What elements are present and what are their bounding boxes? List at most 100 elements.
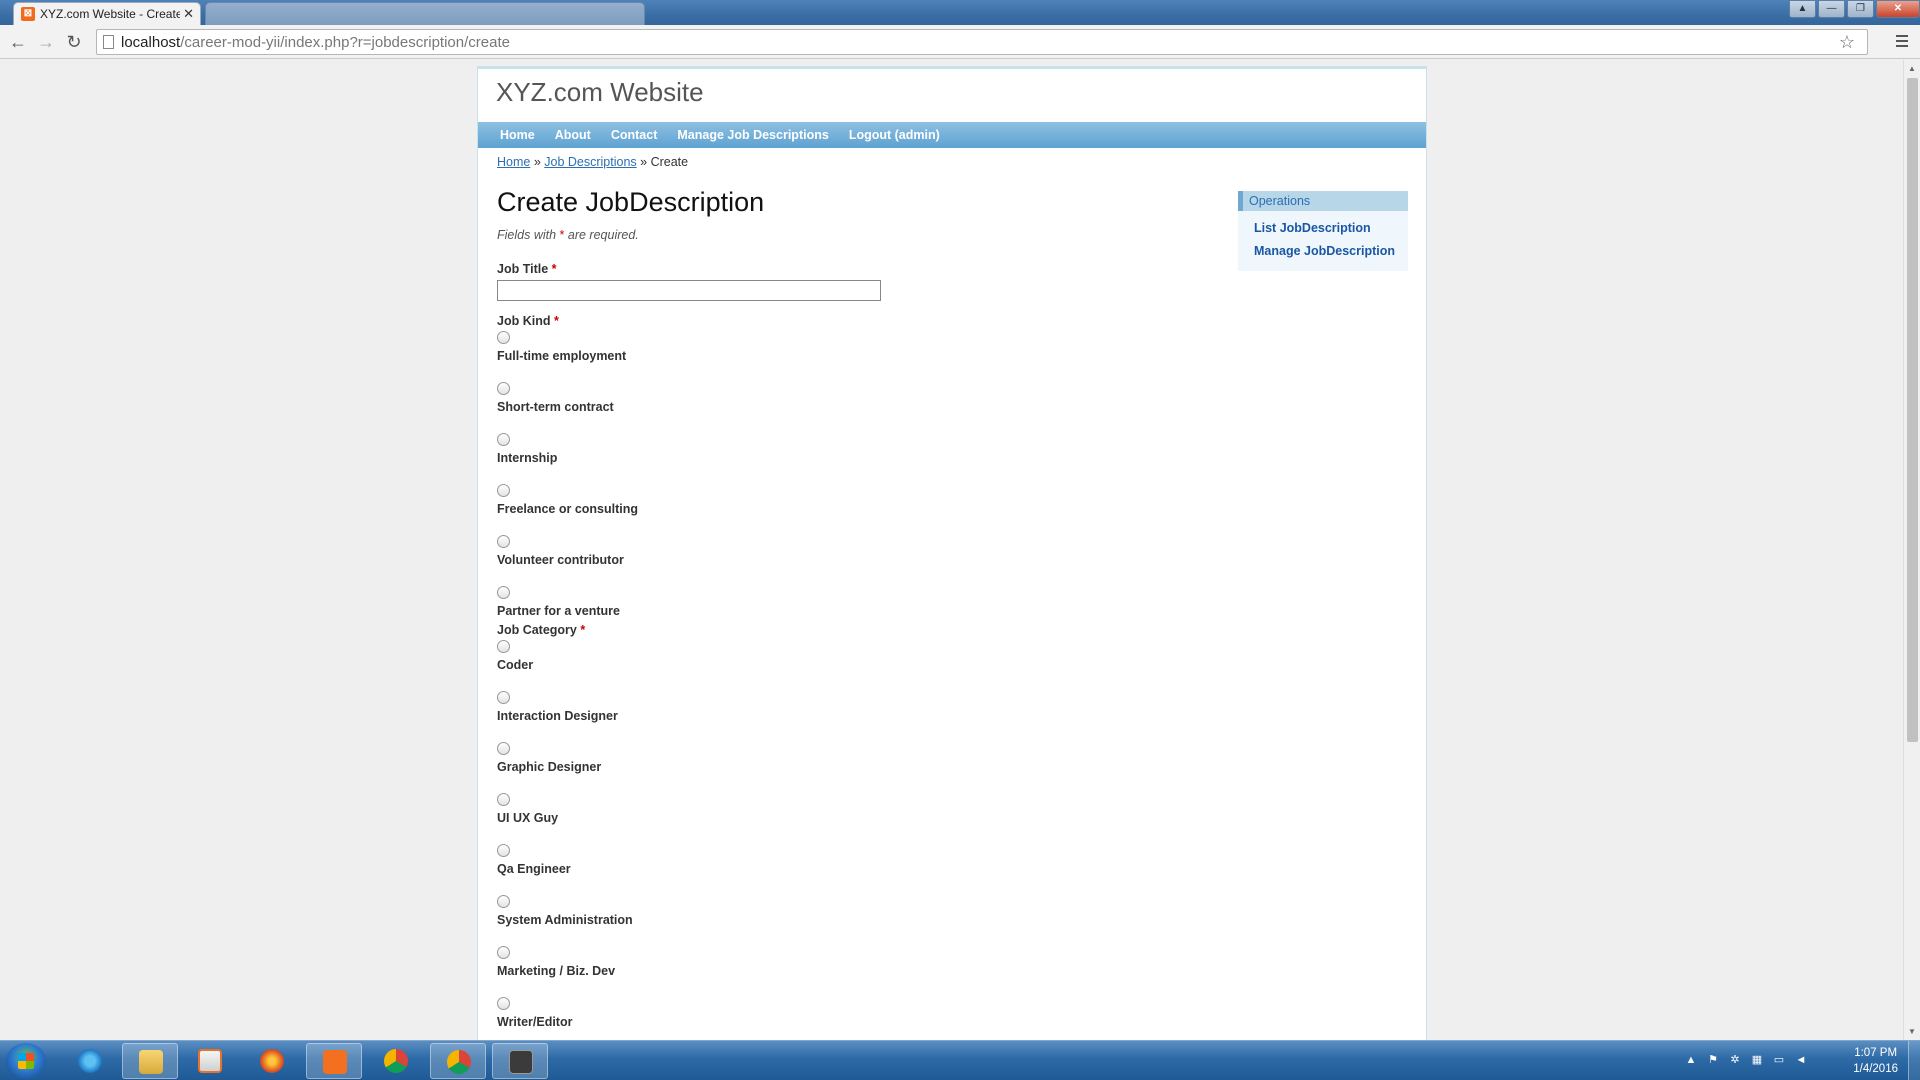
job-kind-radio-group: Full-time employment Short-term contract…: [497, 331, 1197, 618]
radio-label[interactable]: Partner for a venture: [497, 604, 620, 618]
radio-label[interactable]: Freelance or consulting: [497, 502, 638, 516]
bookmark-star-icon[interactable]: ☆: [1839, 32, 1855, 53]
menu-logout[interactable]: Logout (admin): [839, 122, 950, 148]
main-menu: Home About Contact Manage Job Descriptio…: [478, 122, 1426, 148]
taskbar-chrome[interactable]: [368, 1043, 424, 1079]
radio-button[interactable]: [497, 946, 510, 959]
sublime-text-icon: [509, 1050, 533, 1074]
radio-option: Internship: [497, 433, 1197, 484]
radio-option: System Administration: [497, 895, 1197, 946]
radio-button[interactable]: [497, 433, 510, 446]
network-sync-icon[interactable]: ✲: [1728, 1053, 1742, 1067]
taskbar-firefox[interactable]: [244, 1043, 300, 1079]
page-container: XYZ.com Website Home About Contact Manag…: [477, 66, 1427, 1040]
user-icon[interactable]: ▲: [1789, 0, 1816, 18]
close-window-button[interactable]: ✕: [1876, 0, 1920, 18]
manage-jobdescription-link[interactable]: Manage JobDescription: [1254, 240, 1408, 263]
radio-option: Coder: [497, 640, 1197, 691]
radio-button[interactable]: [497, 844, 510, 857]
url-text[interactable]: localhost/career-mod-yii/index.php?r=job…: [121, 34, 510, 51]
radio-label[interactable]: Internship: [497, 451, 557, 465]
restore-button[interactable]: ❐: [1847, 0, 1874, 18]
radio-label[interactable]: Volunteer contributor: [497, 553, 624, 567]
radio-option: Marketing / Biz. Dev: [497, 946, 1197, 997]
radio-button[interactable]: [497, 895, 510, 908]
clock-date: 1/4/2016: [1853, 1063, 1898, 1075]
show-desktop-button[interactable]: [1908, 1041, 1920, 1080]
radio-button[interactable]: [497, 382, 510, 395]
radio-label[interactable]: UI UX Guy: [497, 811, 558, 825]
taskbar-sublime[interactable]: [492, 1043, 548, 1079]
clock[interactable]: 1:07 PM 1/4/2016: [1853, 1045, 1898, 1077]
chrome-icon: [447, 1050, 471, 1074]
scroll-up-icon[interactable]: ▲: [1904, 60, 1920, 77]
ie-icon: [78, 1049, 102, 1073]
taskbar-ie[interactable]: [62, 1043, 118, 1079]
tab-active[interactable]: ⊠ XYZ.com Website - Create ✕: [13, 2, 201, 25]
minimize-button[interactable]: —: [1818, 0, 1845, 18]
browser-titlebar: ⊠ XYZ.com Website - Create ✕ ▲ — ❐ ✕: [0, 0, 1920, 25]
breadcrumb-job-descriptions[interactable]: Job Descriptions: [544, 155, 636, 169]
show-hidden-icons-icon[interactable]: ▲: [1684, 1053, 1698, 1067]
radio-label[interactable]: Coder: [497, 658, 533, 672]
windows-taskbar: ▲ ⚑ ✲ ▦ ▭ ◄ 1:07 PM 1/4/2016: [0, 1040, 1920, 1080]
taskbar-xampp[interactable]: [306, 1043, 362, 1079]
volume-muted-icon[interactable]: ◄: [1794, 1053, 1808, 1067]
windows-update-icon[interactable]: ▦: [1750, 1053, 1764, 1067]
action-center-flag-icon[interactable]: ⚑: [1706, 1053, 1720, 1067]
network-icon[interactable]: ▭: [1772, 1053, 1786, 1067]
radio-button[interactable]: [497, 484, 510, 497]
reload-icon[interactable]: ↻: [64, 32, 84, 52]
form-content: Create JobDescription Fields with * are …: [497, 187, 1197, 1029]
firefox-icon: [260, 1049, 284, 1073]
radio-label[interactable]: Short-term contract: [497, 400, 614, 414]
start-button[interactable]: [6, 1043, 46, 1079]
radio-button[interactable]: [497, 793, 510, 806]
tab-close-icon[interactable]: ✕: [183, 6, 194, 22]
window-controls: ▲ — ❐ ✕: [1787, 0, 1920, 20]
taskbar-explorer[interactable]: [122, 1043, 178, 1079]
taskbar-media-player[interactable]: [182, 1043, 238, 1079]
radio-button[interactable]: [497, 331, 510, 344]
back-icon[interactable]: ←: [8, 32, 28, 52]
radio-label[interactable]: Graphic Designer: [497, 760, 601, 774]
menu-home[interactable]: Home: [490, 122, 545, 148]
tab-inactive[interactable]: [205, 2, 645, 25]
vertical-scrollbar[interactable]: ▲ ▼: [1903, 60, 1920, 1040]
radio-label[interactable]: Marketing / Biz. Dev: [497, 964, 615, 978]
radio-option: Partner for a venture: [497, 586, 1197, 618]
radio-button[interactable]: [497, 742, 510, 755]
scrollbar-thumb[interactable]: [1907, 78, 1918, 742]
xampp-icon: [323, 1050, 347, 1074]
media-player-icon: [198, 1049, 222, 1073]
menu-contact[interactable]: Contact: [601, 122, 668, 148]
job-category-label: Job Category *: [497, 623, 586, 637]
scroll-down-icon[interactable]: ▼: [1904, 1023, 1920, 1040]
radio-label[interactable]: Interaction Designer: [497, 709, 618, 723]
radio-button[interactable]: [497, 691, 510, 704]
radio-label[interactable]: System Administration: [497, 913, 633, 927]
radio-label[interactable]: Qa Engineer: [497, 862, 571, 876]
radio-button[interactable]: [497, 997, 510, 1010]
breadcrumb-separator: »: [640, 155, 648, 169]
menu-manage-job-descriptions[interactable]: Manage Job Descriptions: [667, 122, 838, 148]
forward-icon[interactable]: →: [36, 32, 56, 52]
taskbar-chrome-active[interactable]: [430, 1043, 486, 1079]
address-bar[interactable]: localhost/career-mod-yii/index.php?r=job…: [96, 29, 1868, 55]
xampp-favicon-icon: ⊠: [21, 7, 35, 21]
system-tray: ▲ ⚑ ✲ ▦ ▭ ◄ 1:07 PM 1/4/2016: [1660, 1041, 1920, 1080]
menu-about[interactable]: About: [545, 122, 601, 148]
chrome-menu-icon[interactable]: [1896, 32, 1910, 48]
job-title-input[interactable]: [497, 280, 881, 301]
radio-button[interactable]: [497, 640, 510, 653]
radio-option: Volunteer contributor: [497, 535, 1197, 586]
breadcrumb-current: Create: [650, 155, 689, 169]
breadcrumb-home[interactable]: Home: [497, 155, 530, 169]
radio-option: Freelance or consulting: [497, 484, 1197, 535]
radio-button[interactable]: [497, 586, 510, 599]
job-kind-label: Job Kind *: [497, 314, 559, 328]
radio-label[interactable]: Full-time employment: [497, 349, 626, 363]
list-jobdescription-link[interactable]: List JobDescription: [1254, 217, 1408, 240]
radio-button[interactable]: [497, 535, 510, 548]
radio-label[interactable]: Writer/Editor: [497, 1015, 572, 1029]
